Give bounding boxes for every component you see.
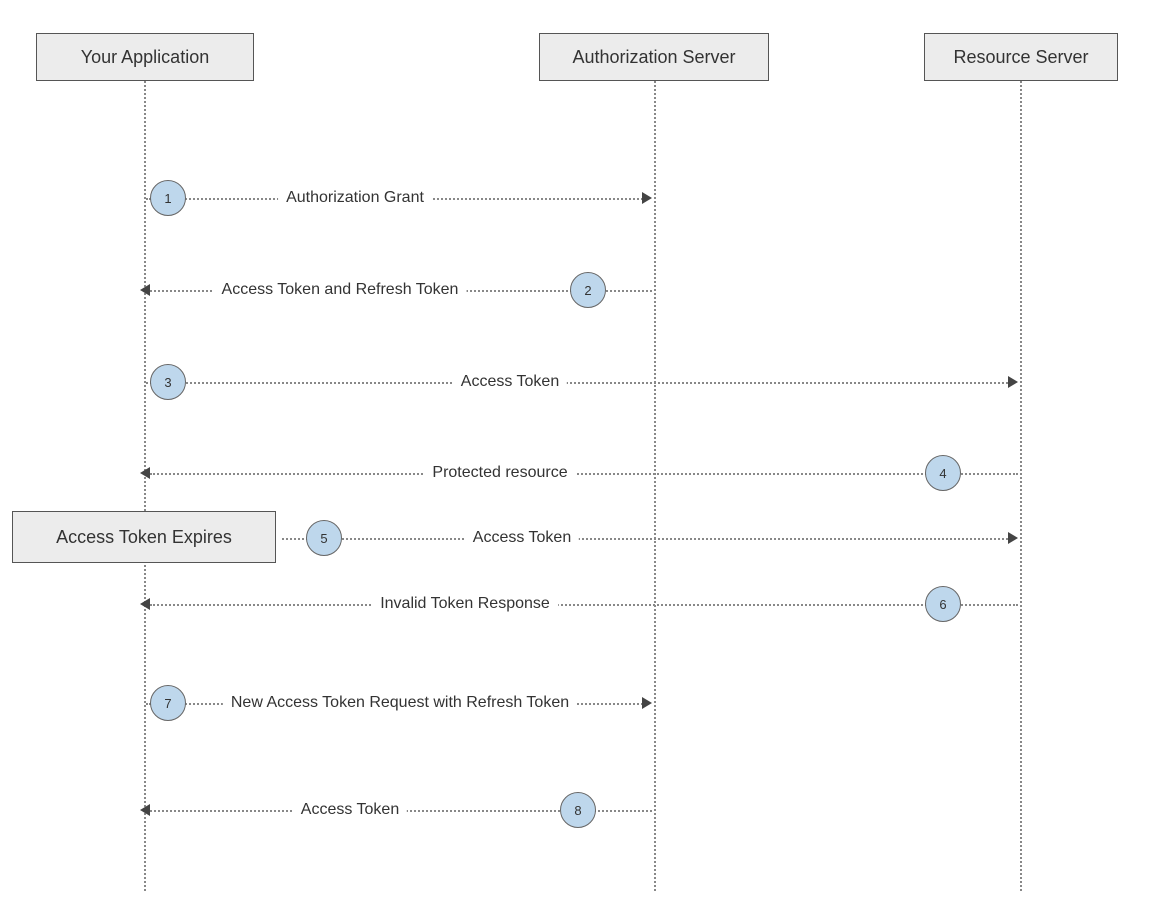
actor-label: Your Application [81,47,209,68]
msg-line [282,538,1012,540]
arrowhead-icon [1008,376,1018,388]
actor-resource-server: Resource Server [924,33,1118,81]
arrowhead-icon [140,598,150,610]
step-number: 4 [939,466,946,481]
lifeline-auth [654,81,656,891]
msg-label-5: Access Token [465,529,579,547]
step-number: 3 [164,375,171,390]
actor-label: Authorization Server [572,47,735,68]
lifeline-app [144,81,146,891]
step-circle-4: 4 [925,455,961,491]
msg-label-4: Protected resource [424,464,575,482]
step-circle-1: 1 [150,180,186,216]
actor-authorization-server: Authorization Server [539,33,769,81]
arrowhead-icon [140,804,150,816]
arrowhead-icon [140,284,150,296]
msg-label-1: Authorization Grant [278,189,432,207]
msg-label-6: Invalid Token Response [372,595,558,613]
msg-label-2: Access Token and Refresh Token [214,281,467,299]
lifeline-res [1020,81,1022,891]
msg-line [150,604,1018,606]
step-circle-8: 8 [560,792,596,828]
step-circle-6: 6 [925,586,961,622]
arrowhead-icon [642,697,652,709]
msg-label-7: New Access Token Request with Refresh To… [223,694,577,712]
note-access-token-expires: Access Token Expires [12,511,276,563]
step-number: 1 [164,191,171,206]
step-circle-7: 7 [150,685,186,721]
step-number: 7 [164,696,171,711]
actor-your-application: Your Application [36,33,254,81]
arrowhead-icon [642,192,652,204]
step-circle-2: 2 [570,272,606,308]
msg-line [146,382,1012,384]
step-number: 2 [584,283,591,298]
step-number: 5 [320,531,327,546]
arrowhead-icon [1008,532,1018,544]
actor-label: Resource Server [953,47,1088,68]
note-label: Access Token Expires [56,527,232,548]
msg-label-8: Access Token [293,801,407,819]
step-number: 6 [939,597,946,612]
step-circle-3: 3 [150,364,186,400]
step-number: 8 [574,803,581,818]
sequence-diagram: Your Application Authorization Server Re… [0,0,1150,908]
step-circle-5: 5 [306,520,342,556]
msg-line [150,473,1018,475]
arrowhead-icon [140,467,150,479]
msg-label-3: Access Token [453,373,567,391]
